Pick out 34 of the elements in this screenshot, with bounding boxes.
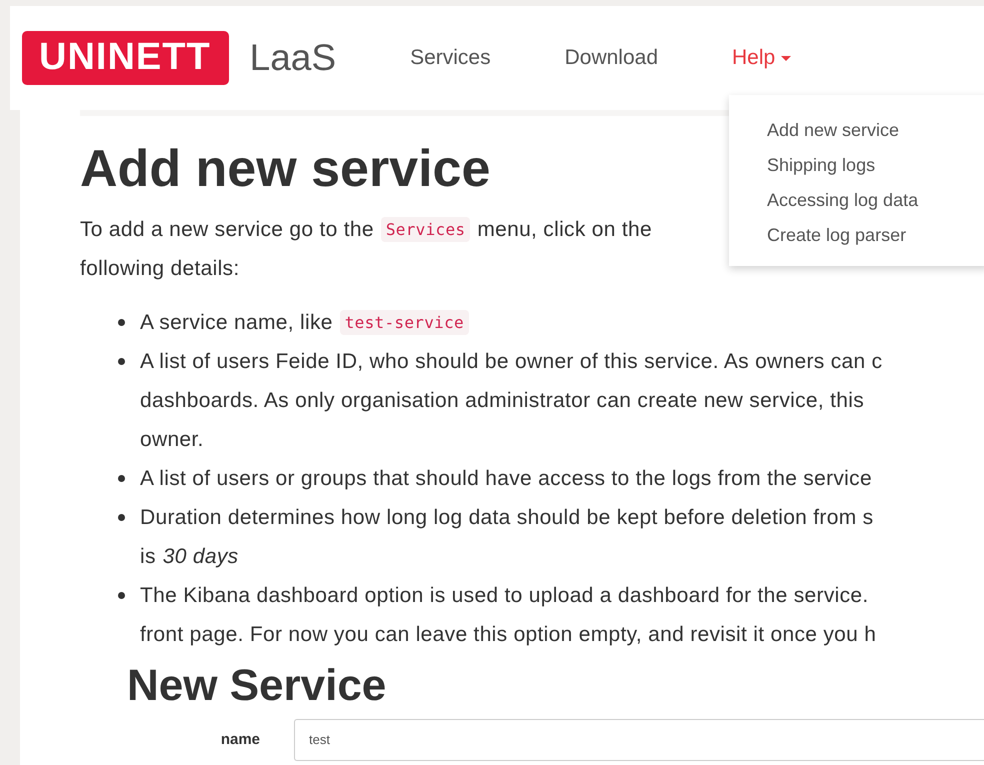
inline-code: Services (380, 217, 470, 242)
bullet-icon (118, 514, 125, 522)
body-text: The Kibana dashboard option is used to upload a dashboard for the service. (140, 584, 869, 608)
body-text: owner. (140, 428, 204, 452)
menu-item[interactable]: Add new service (767, 120, 984, 141)
input-field[interactable]: test (294, 718, 984, 761)
menu-item[interactable]: Create log parser (767, 225, 984, 246)
body-text: dashboards. As only organisation administrator can create new service, this (140, 388, 864, 413)
bullet-icon (118, 319, 125, 326)
menu-item[interactable]: Accessing log data (767, 190, 984, 211)
bullet-icon (118, 475, 125, 482)
logo[interactable]: UNINETT (22, 31, 229, 85)
nav-link[interactable]: Services (410, 46, 491, 70)
inline-code: test-service (340, 310, 469, 336)
body-text: is (140, 544, 156, 569)
body-text: 30 days (162, 544, 238, 569)
body-text: Duration determines how long log data should be kept before deletion from s (140, 506, 874, 530)
page-title: Add new service (80, 139, 490, 200)
form-title: New Service (127, 662, 386, 711)
bullet-icon (118, 592, 125, 600)
body-text: A service name, like (140, 310, 333, 335)
menu-item[interactable]: Shipping logs (767, 155, 984, 176)
body-text: To add a new service go to the (80, 218, 374, 242)
nav-link[interactable]: Help (732, 46, 792, 70)
caret-icon (781, 56, 792, 60)
body-text: A list of users or groups that should have access to the logs from the service (140, 466, 872, 491)
product-name: LaaS (250, 37, 336, 79)
field-label: name (220, 731, 261, 748)
body-text: front page. For now you can leave this option empty, and revisit it once you h (140, 622, 876, 647)
body-text: following details: (80, 256, 240, 281)
nav-link[interactable]: Download (564, 46, 658, 70)
bullet-icon (118, 358, 125, 366)
body-text: A list of users Feide ID, who should be owner of this service. As owners can c (140, 350, 882, 374)
body-text: menu, click on the (477, 218, 652, 242)
